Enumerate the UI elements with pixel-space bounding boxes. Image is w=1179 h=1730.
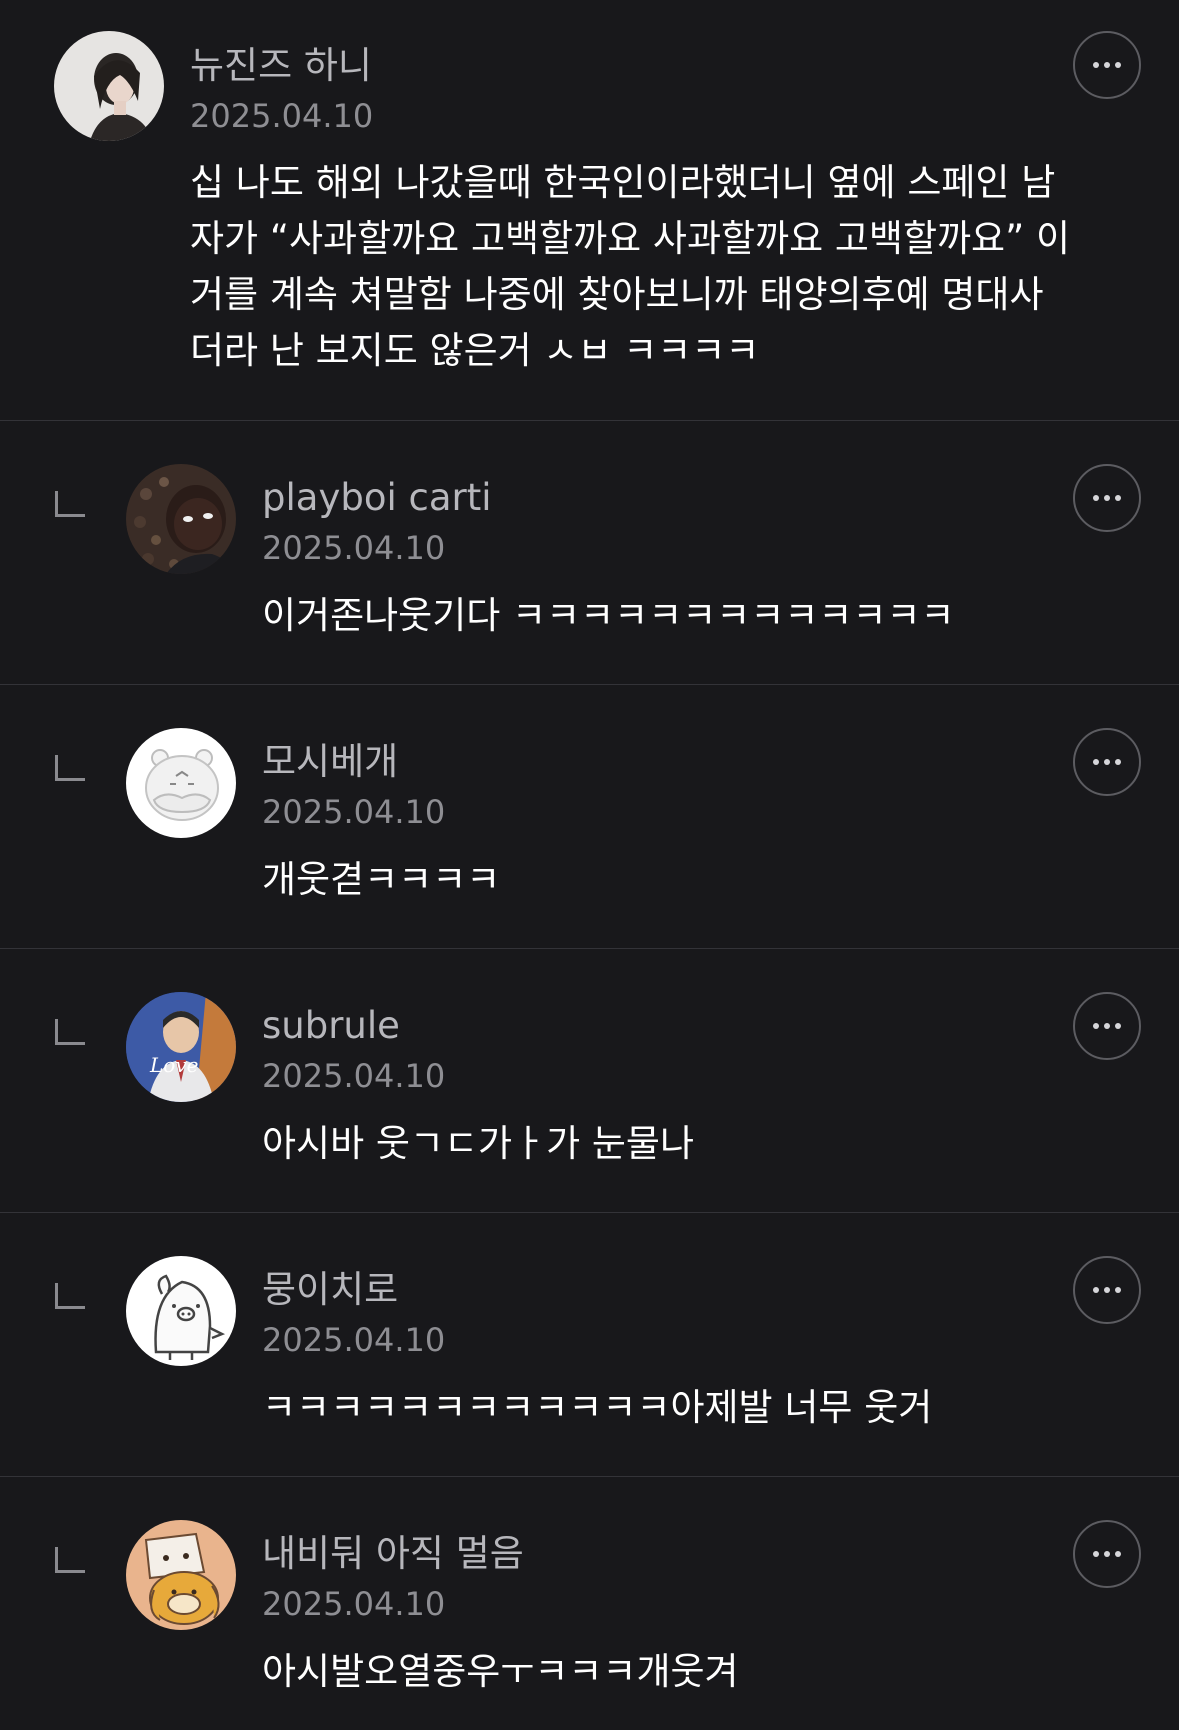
- comment-text: ㅋㅋㅋㅋㅋㅋㅋㅋㅋㅋㅋㅋ아제발 너무 웃거: [262, 1386, 933, 1429]
- reply-item: playboi carti 2025.04.10 이거존나웃기다 ㅋㅋㅋㅋㅋㅋㅋ…: [0, 421, 1179, 685]
- username[interactable]: 뉴진즈 하니: [190, 44, 372, 88]
- more-options-button[interactable]: [1073, 1256, 1141, 1324]
- more-horizontal-icon: [1093, 62, 1121, 68]
- avatar[interactable]: Love: [126, 992, 236, 1102]
- reply-arrow-icon: [55, 755, 85, 781]
- comment-item: 뉴진즈 하니 2025.04.10 십 나도 해외 나갔을때 한국인이라했더니 …: [0, 0, 1179, 421]
- username[interactable]: subrule: [262, 1004, 400, 1048]
- comment-date: 2025.04.10: [262, 1585, 446, 1623]
- comment-text-line: 거를 계속 쳐말함 나중에 찾아보니까 태양의후예 명대사: [190, 273, 1044, 316]
- reply-item: 내비둬 아직 멀음 2025.04.10 아시발오열중우ㅜㅋㅋㅋ개웃겨: [0, 1477, 1179, 1727]
- comment-text: 이거존나웃기다 ㅋㅋㅋㅋㅋㅋㅋㅋㅋㅋㅋㅋㅋ: [262, 594, 955, 637]
- comment-date: 2025.04.10: [262, 793, 446, 831]
- comment-text-line: 자가 “사과할까요 고백할까요 사과할까요 고백할까요” 이: [190, 217, 1071, 260]
- comment-text-line: 더라 난 보지도 않은거 ㅅㅂ ㅋㅋㅋㅋ: [190, 329, 760, 372]
- username[interactable]: 내비둬 아직 멀음: [262, 1532, 524, 1576]
- profile-photo-man-love-icon: Love: [126, 992, 236, 1102]
- avatar[interactable]: [126, 1520, 236, 1630]
- reply-arrow-icon: [55, 491, 85, 517]
- cartoon-dog-cat-icon: [126, 1520, 236, 1630]
- more-options-button[interactable]: [1073, 1520, 1141, 1588]
- reply-arrow-icon: [55, 1283, 85, 1309]
- avatar[interactable]: [126, 464, 236, 574]
- more-horizontal-icon: [1093, 759, 1121, 765]
- more-horizontal-icon: [1093, 1023, 1121, 1029]
- comment-text: 아시바 웃ㄱㄷ가ㅏ가 눈물나: [262, 1122, 695, 1165]
- avatar[interactable]: [126, 1256, 236, 1366]
- reply-arrow-icon: [55, 1019, 85, 1045]
- comment-date: 2025.04.10: [262, 1321, 446, 1359]
- comment-text: 아시발오열중우ㅜㅋㅋㅋ개웃겨: [262, 1650, 739, 1693]
- username[interactable]: playboi carti: [262, 476, 492, 520]
- username[interactable]: 모시베개: [262, 740, 398, 784]
- profile-photo-man-icon: [126, 464, 236, 574]
- profile-photo-woman-icon: [54, 31, 164, 141]
- more-horizontal-icon: [1093, 1287, 1121, 1293]
- reply-arrow-icon: [55, 1547, 85, 1573]
- comment-text: 개웃겯ㅋㅋㅋㅋ: [262, 858, 501, 901]
- username[interactable]: 뭉이치로: [262, 1268, 398, 1312]
- cartoon-hamster-icon: [126, 728, 236, 838]
- reply-item: 뭉이치로 2025.04.10 ㅋㅋㅋㅋㅋㅋㅋㅋㅋㅋㅋㅋ아제발 너무 웃거: [0, 1213, 1179, 1477]
- avatar[interactable]: [126, 728, 236, 838]
- more-horizontal-icon: [1093, 1551, 1121, 1557]
- more-options-button[interactable]: [1073, 728, 1141, 796]
- comment-date: 2025.04.10: [262, 529, 446, 567]
- reply-item: 모시베개 2025.04.10 개웃겯ㅋㅋㅋㅋ: [0, 685, 1179, 949]
- avatar[interactable]: [54, 31, 164, 141]
- comment-text: 십 나도 해외 나갔을때 한국인이라했더니 옆에 스페인 남 자가 “사과할까요…: [190, 155, 1070, 379]
- comment-text-line: 십 나도 해외 나갔을때 한국인이라했더니 옆에 스페인 남: [190, 161, 1056, 204]
- svg-text:Love: Love: [149, 1053, 198, 1077]
- comment-date: 2025.04.10: [190, 97, 374, 135]
- more-options-button[interactable]: [1073, 31, 1141, 99]
- cartoon-pig-icon: [126, 1256, 236, 1366]
- comment-date: 2025.04.10: [262, 1057, 446, 1095]
- more-horizontal-icon: [1093, 495, 1121, 501]
- reply-item: Love subrule 2025.04.10 아시바 웃ㄱㄷ가ㅏ가 눈물나: [0, 949, 1179, 1213]
- more-options-button[interactable]: [1073, 464, 1141, 532]
- more-options-button[interactable]: [1073, 992, 1141, 1060]
